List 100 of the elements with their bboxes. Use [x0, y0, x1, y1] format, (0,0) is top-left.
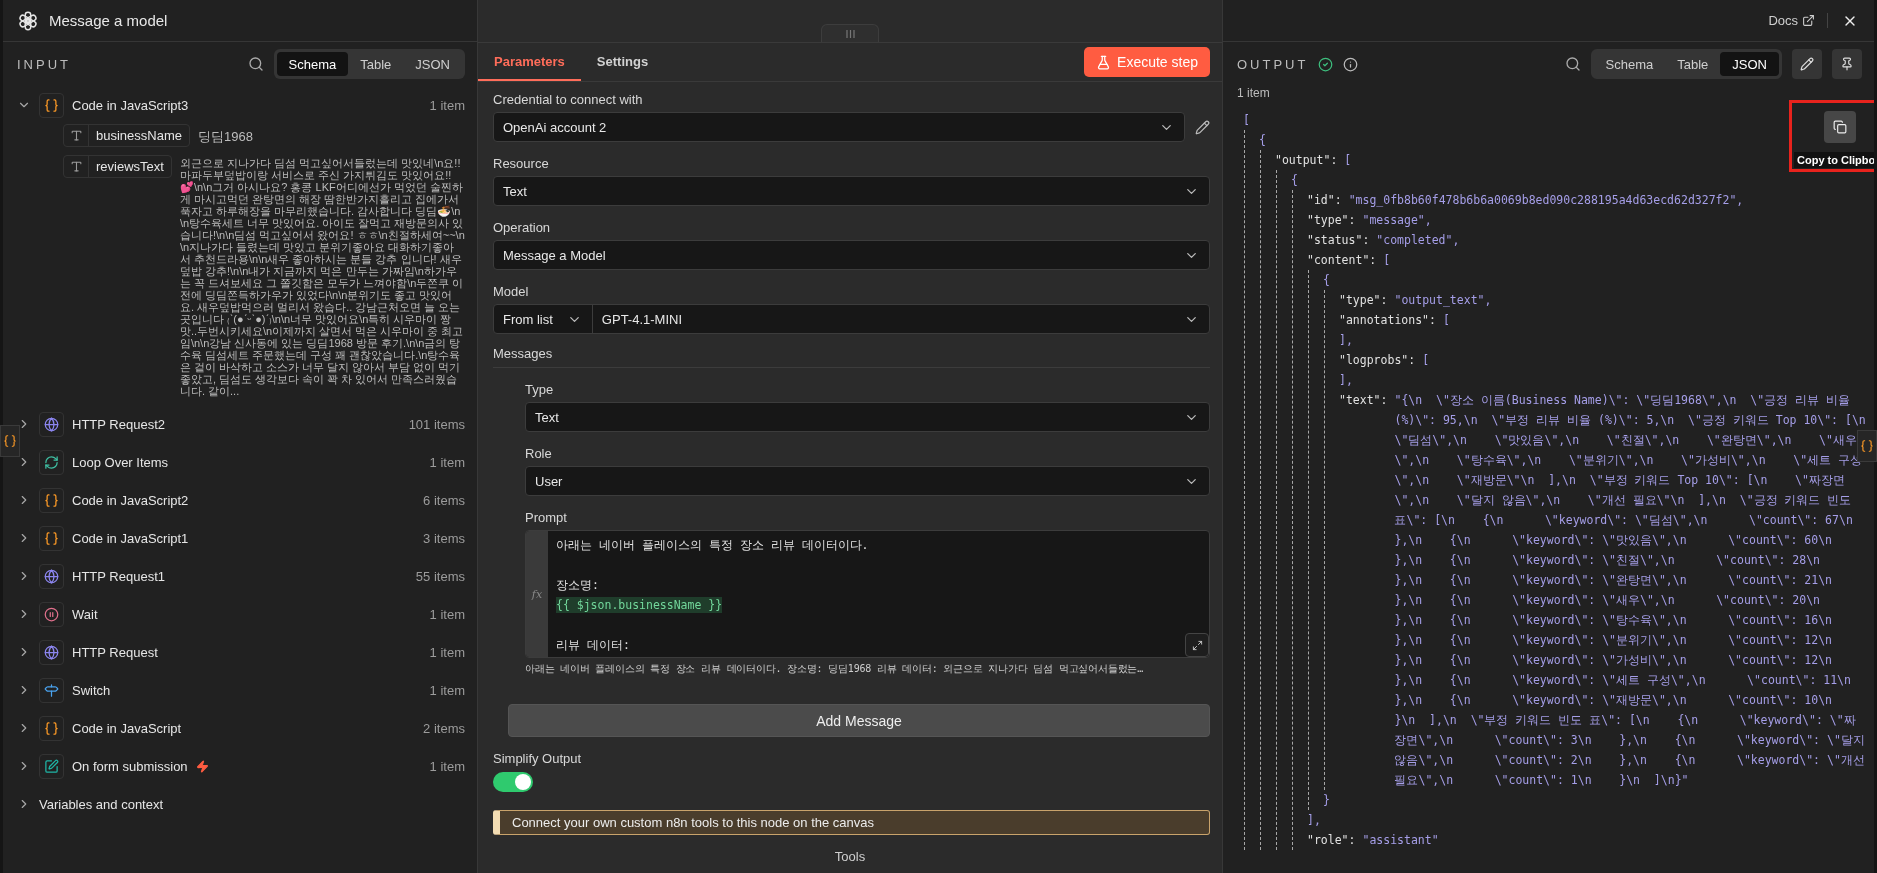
tooltip: Copy to Clipbo — [1794, 152, 1874, 168]
prompt-text: 장소명: — [556, 578, 599, 592]
json-bracket: [ — [1383, 252, 1391, 269]
prompt-text: 리뷰 데이터: — [556, 638, 630, 652]
view-tab[interactable]: JSON — [1720, 52, 1779, 76]
field-value: 딩딤1968 — [198, 128, 253, 146]
node-name: Code in JavaScript2 — [72, 492, 189, 508]
grip-icon — [845, 29, 855, 38]
node-name: HTTP Request1 — [72, 568, 165, 584]
item-count: 1 item — [429, 97, 465, 113]
knot-logo-icon — [17, 9, 39, 32]
pencil-icon[interactable] — [1195, 119, 1210, 135]
json-key: "type": — [1339, 290, 1388, 310]
node-name: HTTP Request2 — [72, 416, 165, 432]
section-name: Variables and context — [39, 796, 164, 812]
add-message-button[interactable]: Add Message — [508, 704, 1210, 737]
globe-icon — [39, 411, 64, 437]
node-name: Code in JavaScript3 — [72, 97, 189, 113]
json-bracket: { — [1323, 272, 1330, 289]
window-title: Message a model — [49, 12, 168, 29]
item-count: 2 items — [423, 720, 465, 736]
view-tab[interactable]: Table — [1665, 52, 1721, 76]
json-bracket: ], — [1339, 332, 1353, 349]
field-label: Model — [493, 284, 530, 299]
search-icon[interactable] — [1564, 56, 1581, 72]
json-value: "output_text", — [1394, 292, 1493, 309]
refresh-icon — [39, 449, 64, 475]
field-label: Prompt — [525, 510, 568, 525]
json-bracket: ], — [1339, 372, 1353, 389]
drag-handle[interactable] — [821, 24, 879, 42]
item-count: 1 item — [429, 682, 465, 698]
panel-title: INPUT — [17, 56, 71, 72]
json-bracket: [ — [1422, 352, 1430, 369]
item-count: 1 item — [429, 454, 465, 470]
pause-icon — [39, 601, 64, 627]
select-field[interactable]: Text — [493, 176, 1210, 206]
pin-icon — [1840, 57, 1854, 71]
json-bracket: [ — [1344, 152, 1352, 169]
json-bracket: [ — [1442, 312, 1450, 329]
select-field[interactable]: Text — [525, 402, 1210, 432]
view-tab[interactable]: JSON — [403, 52, 462, 76]
tab[interactable]: Parameters — [478, 43, 581, 81]
braces-icon — [39, 715, 64, 741]
node-name: Code in JavaScript — [72, 720, 182, 736]
item-count: 1 item — [429, 644, 465, 660]
form-icon — [39, 753, 64, 779]
prompt-editor[interactable]: fx 아래는 네이버 플레이스의 특정 장소 리뷰 데이터이다. 장소명: {{ $json.businessName }} 리뷰 데이터: — [525, 530, 1210, 658]
json-bracket: ], — [1307, 812, 1321, 829]
json-bracket: { — [1291, 172, 1298, 189]
field-label: Type — [525, 382, 555, 397]
json-key: "logprobs": — [1339, 350, 1416, 370]
panel-title: OUTPUT — [1237, 56, 1309, 72]
expand-button[interactable] — [1185, 633, 1209, 657]
prompt-text: 아래는 네이버 플레이스의 특정 장소 리뷰 데이터이다. — [556, 538, 869, 552]
item-count: 101 items — [408, 416, 465, 432]
field-name: reviewsText — [95, 159, 165, 174]
json-value: "completed", — [1376, 232, 1461, 249]
field-label: Role — [525, 446, 553, 461]
view-tab[interactable]: Schema — [276, 52, 349, 76]
field-label: Operation — [493, 220, 552, 235]
expand-icon — [1191, 639, 1203, 651]
view-tab[interactable]: Schema — [1593, 52, 1666, 76]
json-bracket: { — [1259, 132, 1266, 149]
view-tab[interactable]: Table — [348, 52, 404, 76]
pin-button[interactable] — [1832, 49, 1862, 79]
globe-icon — [39, 639, 64, 665]
field-label: Simplify Output — [493, 751, 583, 766]
search-icon[interactable] — [247, 56, 264, 72]
tab[interactable]: Settings — [580, 43, 665, 81]
select-field[interactable]: User — [525, 466, 1210, 496]
pencil-icon — [1800, 57, 1814, 71]
item-count: 1 item — [1236, 86, 1271, 102]
tools-label: Tools — [834, 848, 866, 864]
toggle-switch[interactable] — [493, 772, 533, 792]
braces-icon — [39, 92, 64, 118]
json-key: "type": — [1307, 210, 1356, 230]
item-count: 1 item — [429, 758, 465, 774]
node-name: HTTP Request — [72, 644, 158, 660]
braces-icon — [3, 434, 17, 448]
json-value: "message", — [1362, 212, 1433, 229]
text-type-icon — [69, 129, 83, 142]
copy-button[interactable] — [1824, 111, 1856, 143]
node-name: Wait — [72, 606, 98, 622]
edit-button[interactable] — [1792, 49, 1822, 79]
docs-link[interactable]: Docs — [1768, 13, 1828, 28]
fx-icon: fx — [531, 587, 543, 601]
json-key: "content": — [1307, 250, 1377, 270]
json-key: "id": — [1307, 190, 1342, 210]
field-label: Credential to connect with — [493, 92, 644, 107]
json-bracket: [ — [1243, 112, 1250, 129]
check-circle-icon — [1318, 56, 1334, 72]
select-field[interactable]: Message a Model — [493, 240, 1210, 270]
item-count: 1 item — [429, 606, 465, 622]
item-count: 3 items — [423, 530, 465, 546]
prompt-preview: 아래는 네이버 플레이스의 특정 장소 리뷰 데이터이다. 장소명: 딩딤1968 리뷰 데이터: 외근으로 지나가다 딤섬 먹고싶어서들렀는… — [525, 662, 1145, 676]
node-name: Code in JavaScript1 — [72, 530, 189, 546]
json-key: "status": — [1307, 230, 1370, 250]
expression-text: {{ $json.businessName }} — [556, 597, 723, 613]
node-name: Loop Over Items — [72, 454, 169, 470]
select-field[interactable]: OpenAi account 2 — [493, 112, 1185, 142]
